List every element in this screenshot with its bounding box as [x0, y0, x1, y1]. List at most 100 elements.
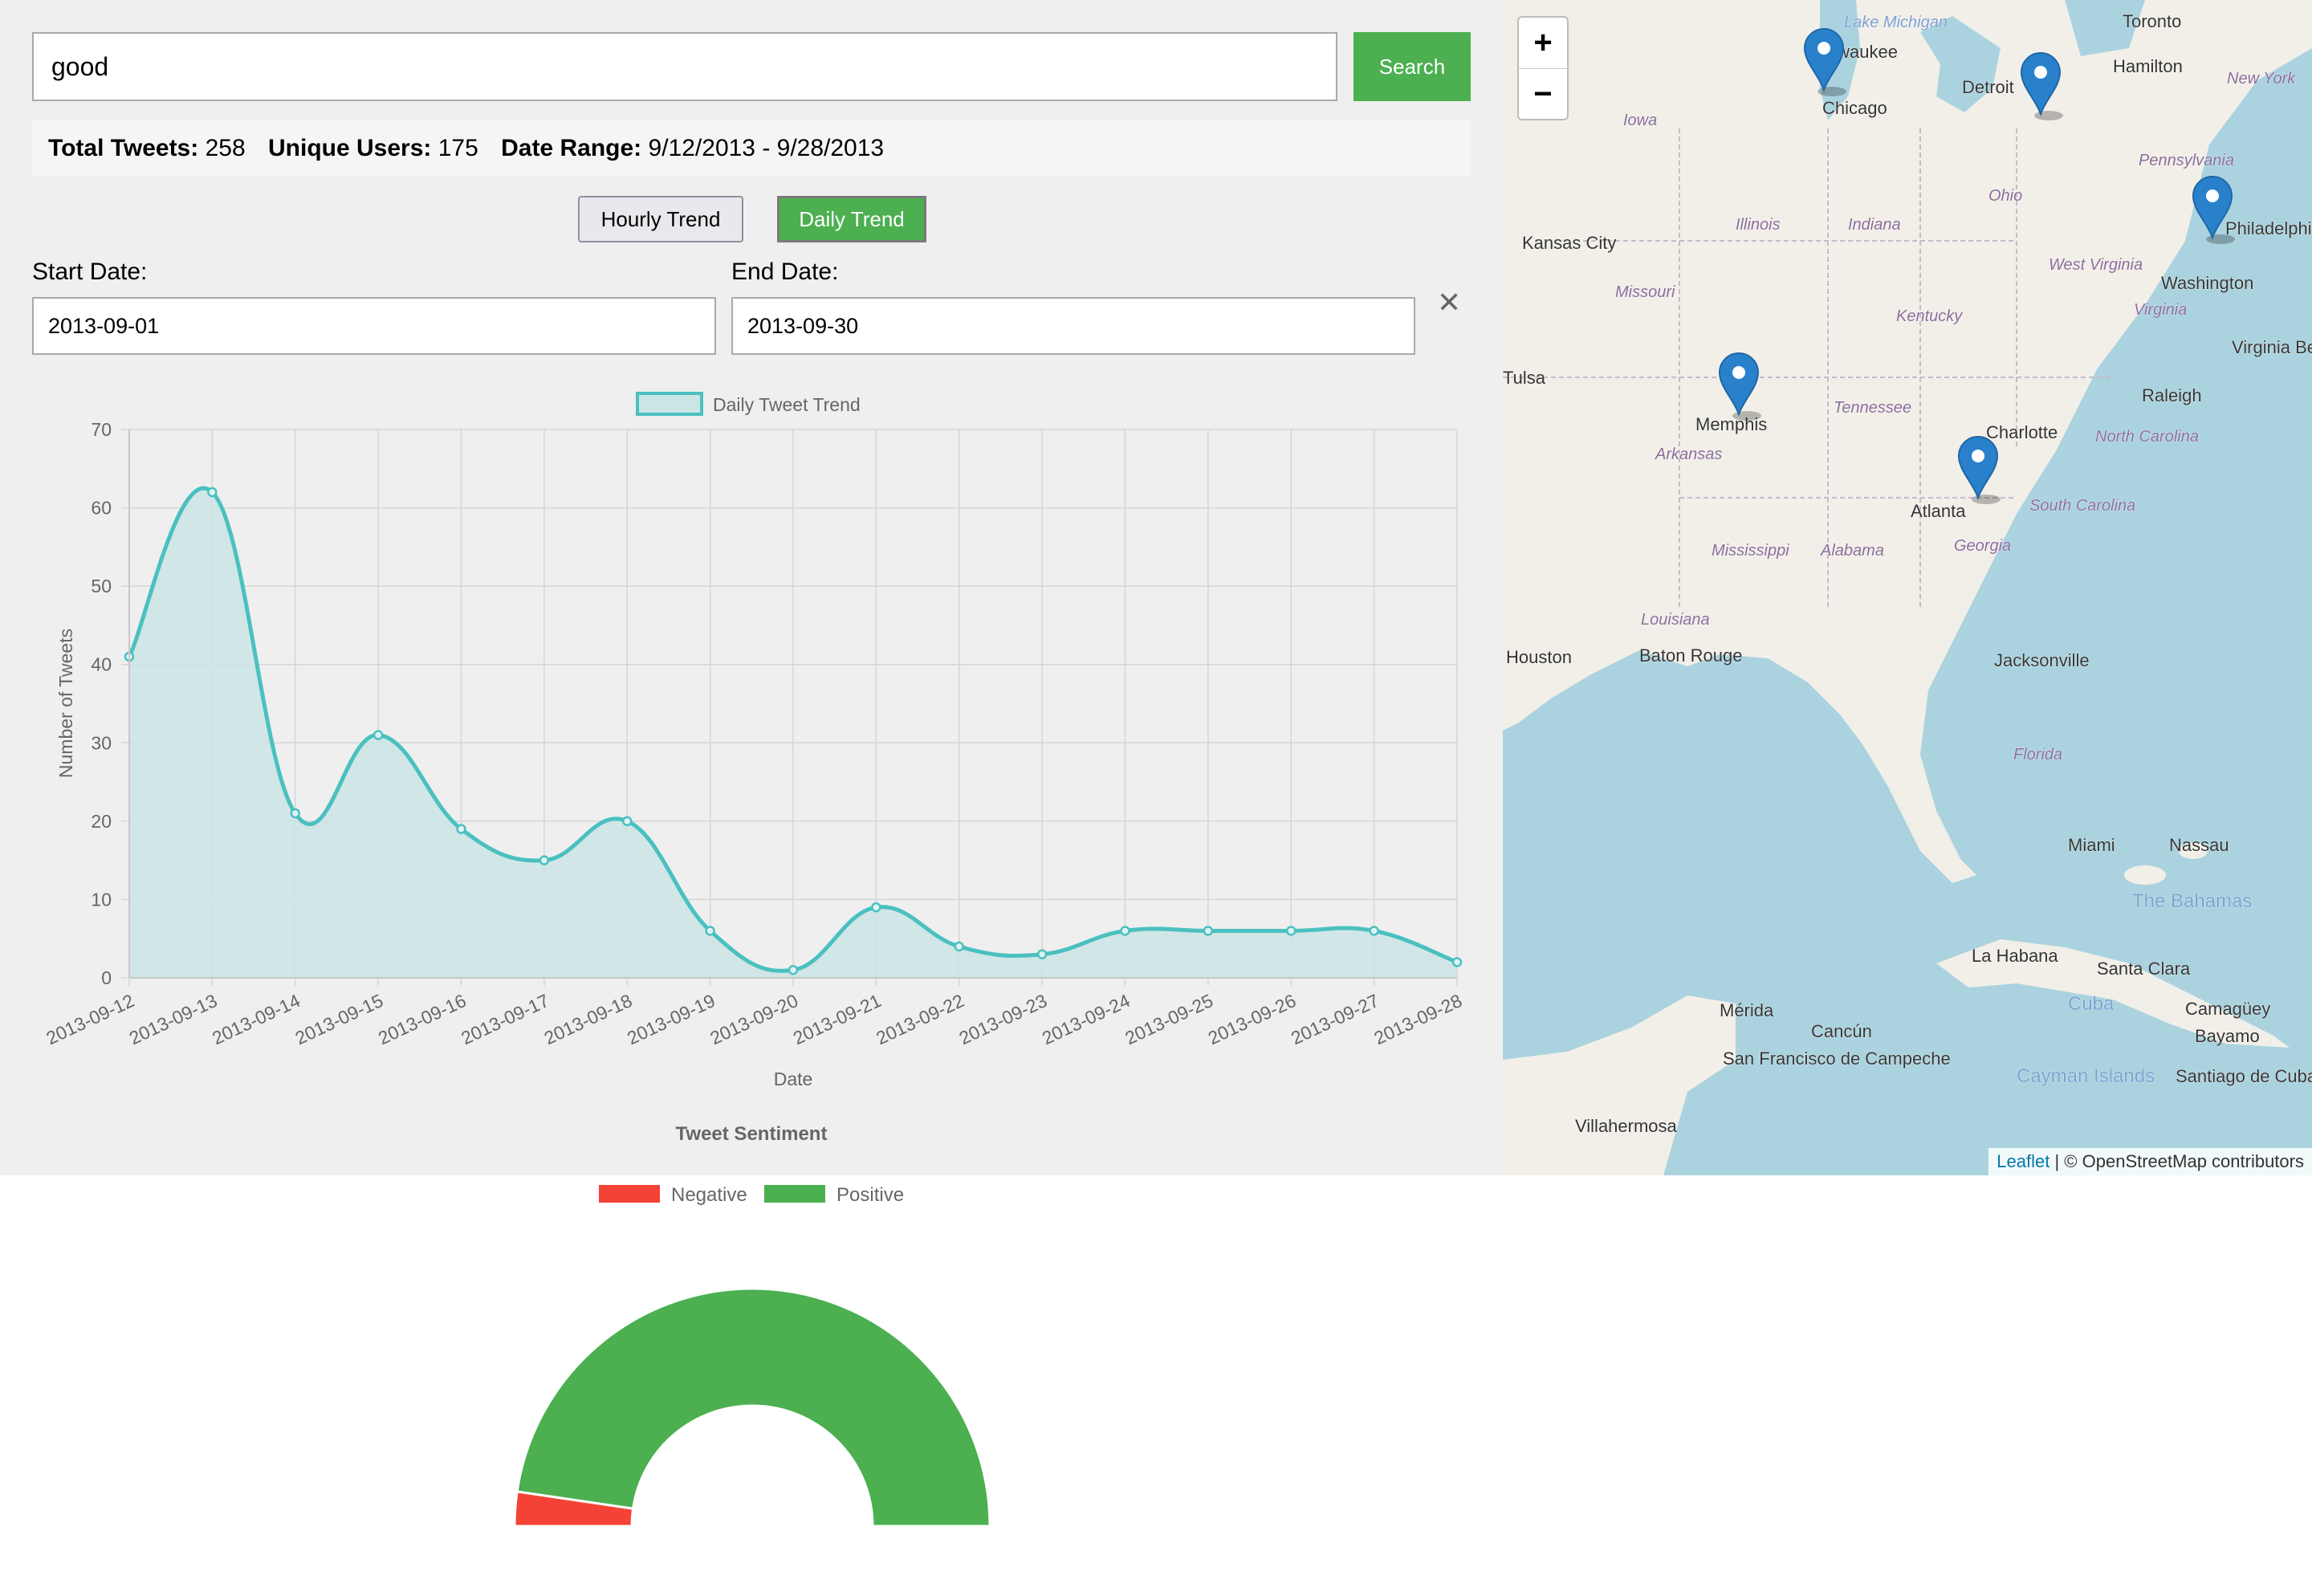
start-date-input[interactable] [32, 297, 716, 355]
map-label: Alabama [1820, 542, 1884, 560]
x-tick-label: 2013-09-24 [1039, 990, 1134, 1048]
map-label: Raleigh [2142, 385, 2202, 405]
x-tick-label: 2013-09-28 [1370, 990, 1465, 1048]
map-label: Missouri [1615, 283, 1675, 301]
x-tick-label: 2013-09-19 [624, 990, 718, 1048]
land-mexico [1503, 995, 1736, 1175]
tweet-sentiment-chart: Tweet Sentiment Negative Positive [513, 1123, 991, 1528]
leaflet-link[interactable]: Leaflet [1997, 1151, 2049, 1171]
y-axis-label: Number of Tweets [55, 629, 76, 778]
data-point [705, 926, 715, 936]
map-label: Camagüey [2185, 999, 2270, 1019]
map-label: Bayamo [2195, 1026, 2260, 1046]
data-point [372, 730, 384, 740]
data-point [622, 816, 633, 827]
map-label: Miami [2068, 835, 2115, 855]
land-bahamas [2124, 865, 2166, 885]
zoom-in-button[interactable]: + [1519, 18, 1567, 69]
daily-trend-button[interactable]: Daily Trend [777, 196, 926, 242]
map-label: Virginia [2134, 301, 2187, 319]
zoom-control: + − [1517, 16, 1569, 120]
map-label: Atlanta [1911, 501, 1966, 521]
map-label: La Habana [1972, 946, 2058, 966]
map-label: Santa Clara [2097, 959, 2191, 979]
y-tick-label: 20 [91, 811, 112, 832]
map-label: North Carolina [2095, 428, 2199, 446]
map-label: Philadelphia [2225, 218, 2312, 238]
data-point [290, 808, 300, 819]
data-point [1286, 926, 1296, 936]
x-tick-label: 2013-09-18 [541, 990, 636, 1048]
close-icon[interactable]: ✕ [1437, 286, 1461, 320]
x-tick-label: 2013-09-27 [1288, 990, 1382, 1048]
y-tick-label: 60 [91, 498, 112, 519]
x-tick-label: 2013-09-20 [706, 990, 801, 1048]
hourly-trend-button[interactable]: Hourly Trend [578, 196, 743, 242]
map-label: Cancún [1811, 1021, 1872, 1041]
attribution-text: | © OpenStreetMap contributors [2049, 1151, 2304, 1171]
search-input[interactable] [32, 32, 1337, 101]
marker-dot [1817, 42, 1830, 55]
map-label: Cayman Islands [2017, 1065, 2155, 1087]
search-button[interactable]: Search [1353, 32, 1471, 101]
map-label: Chicago [1822, 98, 1887, 118]
data-point [456, 824, 466, 834]
marker-dot [2206, 189, 2219, 202]
map-label: Ohio [1988, 187, 2022, 205]
unique-users-label: Unique Users: [268, 135, 432, 161]
total-tweets-value: 258 [205, 135, 246, 161]
y-tick-label: 50 [91, 576, 112, 596]
x-tick-label: 2013-09-23 [956, 990, 1051, 1048]
map-label: New York [2227, 70, 2296, 88]
map-label: Jacksonville [1994, 650, 2090, 670]
data-point [871, 902, 881, 913]
map-label: Kentucky [1896, 307, 1963, 325]
date-range-value: 9/12/2013 - 9/28/2013 [648, 135, 885, 161]
y-tick-label: 30 [91, 732, 112, 753]
marker-dot [2034, 66, 2047, 79]
marker-shadow [1732, 411, 1761, 421]
map-label: Mississippi [1712, 542, 1789, 560]
map-label: Washington [2161, 273, 2253, 293]
data-point [1451, 957, 1463, 967]
x-tick-label: 2013-09-25 [1121, 990, 1216, 1048]
x-tick-label: 2013-09-17 [458, 990, 552, 1048]
daily-tweet-trend-chart: Daily Tweet Trend 0 10 20 30 40 50 60 70 2013-09-… [43, 392, 1465, 1089]
map-label: West Virginia [2049, 256, 2143, 274]
total-tweets-label: Total Tweets: [48, 135, 199, 161]
map-attribution: Leaflet | © OpenStreetMap contributors [1988, 1148, 2312, 1175]
chart-title: Tweet Sentiment [676, 1123, 828, 1145]
map-label: Florida [2013, 746, 2062, 763]
x-tick-label: 2013-09-13 [126, 990, 221, 1048]
map-label: Mérida [1720, 1000, 1774, 1020]
zoom-out-button[interactable]: − [1519, 69, 1567, 120]
x-tick-label: 2013-09-26 [1205, 990, 1300, 1048]
x-tick-label: 2013-09-22 [873, 990, 967, 1048]
data-point [1036, 949, 1048, 959]
marker-dot [1732, 366, 1745, 379]
map-label: San Francisco de Campeche [1723, 1048, 1951, 1069]
end-date-label: End Date: [731, 259, 839, 285]
map-label: Toronto [2123, 11, 2181, 31]
x-axis-label: Date [774, 1069, 813, 1089]
date-range-label: Date Range: [501, 135, 642, 161]
end-date-input[interactable] [731, 297, 1415, 355]
marker-shadow [1817, 87, 1846, 96]
x-tick-label: 2013-09-14 [209, 990, 303, 1048]
marker-dot [1972, 450, 1984, 462]
map[interactable]: Lake Michigan Milwaukee Chicago Detroit Toro… [1503, 0, 2312, 1175]
data-point [539, 855, 550, 865]
map-label: Kansas City [1522, 233, 1616, 253]
map-label: Hamilton [2113, 56, 2183, 76]
marker-shadow [1972, 495, 2001, 504]
unique-users-value: 175 [438, 135, 478, 161]
x-tick-label: 2013-09-12 [43, 990, 137, 1048]
map-label: Cuba [2068, 993, 2115, 1015]
map-tiles[interactable]: Lake MichiganMilwaukeeChicagoDetroitToro… [1503, 0, 2312, 1175]
start-date-label: Start Date: [32, 259, 148, 285]
map-label: Virginia Beach [2232, 337, 2312, 357]
map-label: Tulsa [1503, 368, 1546, 388]
data-point [954, 941, 964, 952]
legend-label-positive: Positive [836, 1184, 904, 1206]
map-label: Charlotte [1986, 422, 2058, 442]
